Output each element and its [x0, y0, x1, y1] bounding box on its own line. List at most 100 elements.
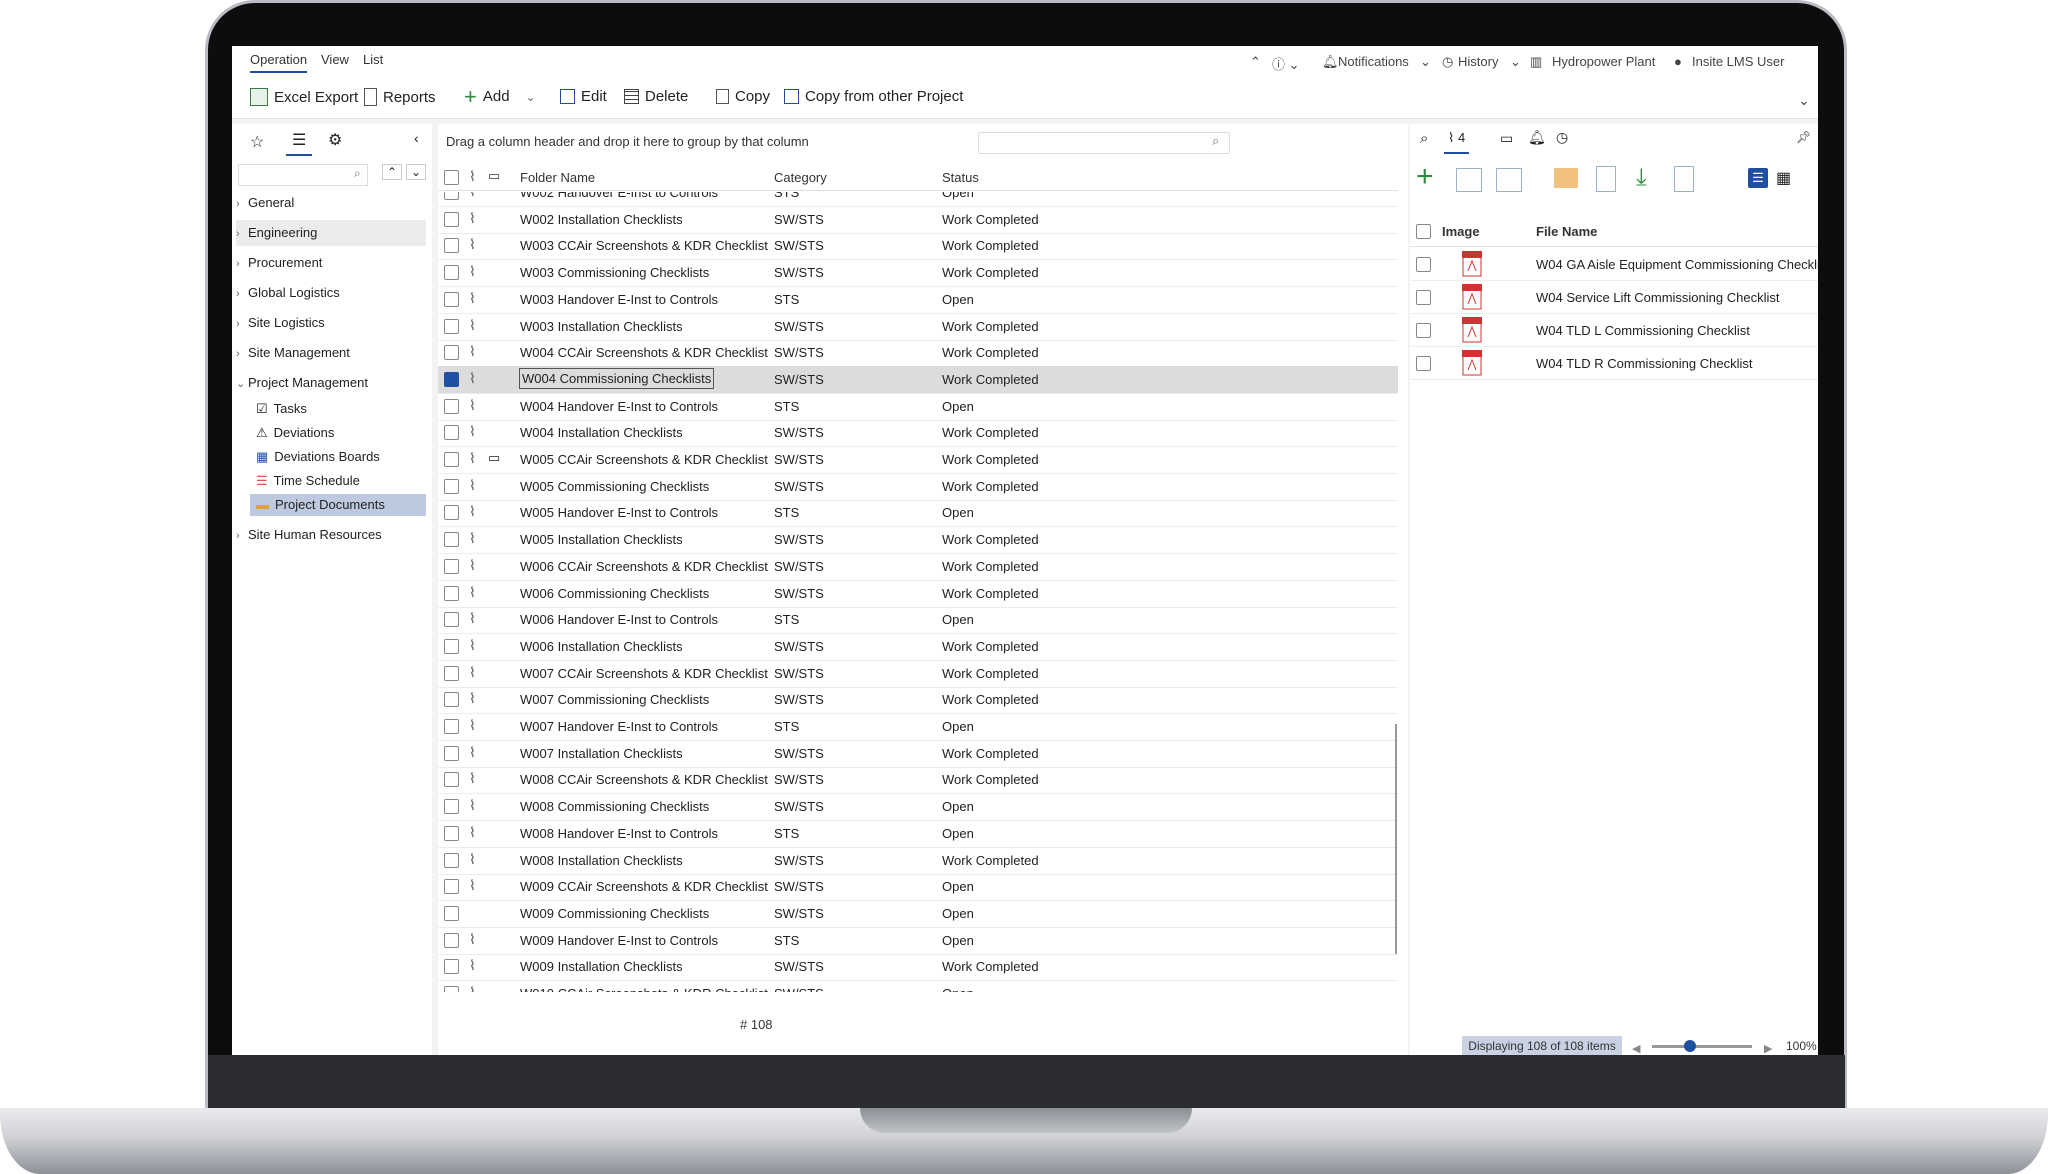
tab-list[interactable]: List [363, 52, 383, 67]
list-icon[interactable]: ☰ [286, 130, 313, 156]
nav-item-site-human-resources[interactable]: › Site Human Resources [236, 522, 426, 548]
nav-item-site-management[interactable]: › Site Management [236, 340, 426, 366]
column-header-status[interactable]: Status [942, 170, 979, 185]
file-row[interactable]: W04 TLD L Commissioning Checklist [1410, 314, 1818, 347]
folder-icon[interactable] [1554, 168, 1578, 188]
add-file-icon[interactable]: + [1416, 162, 1434, 192]
row-checkbox[interactable] [444, 638, 459, 654]
row-checkbox[interactable] [444, 425, 459, 441]
delete-button[interactable]: Delete [624, 88, 688, 105]
row-checkbox[interactable] [444, 345, 459, 361]
table-row[interactable]: ⌇ W004 Handover E-Inst to Controls STS Open [438, 393, 1398, 421]
row-checkbox[interactable] [444, 799, 459, 815]
table-row[interactable]: ⌇ W004 Installation Checklists SW/STS Work … [438, 419, 1398, 448]
table-row[interactable]: ⌇ W009 Handover E-Inst to Controls STS Open [438, 927, 1398, 955]
edit-button[interactable]: Edit [560, 88, 607, 105]
chevron-up-icon[interactable]: ⌃ [1250, 54, 1261, 70]
file-checkbox[interactable] [1416, 356, 1431, 371]
table-row[interactable]: ⌇ W008 CCAir Screenshots & KDR Checklist S… [438, 766, 1398, 795]
select-all-files-checkbox[interactable] [1416, 224, 1431, 239]
select-all-checkbox[interactable] [444, 170, 459, 185]
zoom-slider-handle[interactable] [1684, 1040, 1696, 1052]
help-icon[interactable]: ⓘ ⌄ [1272, 54, 1300, 73]
row-checkbox[interactable] [444, 692, 459, 708]
list-view-icon[interactable]: ☰ [1748, 168, 1768, 188]
table-row[interactable]: ⌇ W007 Commissioning Checklists SW/STS Work… [438, 686, 1398, 715]
table-row[interactable]: ⌇ W009 CCAir Screenshots & KDR Checklist S… [438, 873, 1398, 902]
table-row[interactable]: ⌇ W004 Commissioning Checklists SW/STS Work… [438, 365, 1398, 394]
table-row[interactable]: ⌇ W005 Handover E-Inst to Controls STS Open [438, 499, 1398, 528]
nav-sub-time-schedule[interactable]: ☰ Time Schedule [250, 470, 426, 492]
table-row[interactable]: ⌇ W003 Handover E-Inst to Controls STS Open [438, 286, 1398, 314]
row-checkbox[interactable] [444, 265, 459, 281]
table-row[interactable]: ⌇ W003 Installation Checklists SW/STS Work … [438, 313, 1398, 341]
row-checkbox[interactable] [444, 745, 459, 761]
table-row[interactable]: ⌇ W007 Installation Checklists SW/STS Work … [438, 740, 1398, 768]
nav-item-engineering[interactable]: › Engineering [236, 220, 426, 246]
table-row[interactable]: ⌇ ▭ W005 CCAir Screenshots & KDR Checklist… [438, 446, 1398, 474]
row-checkbox[interactable] [444, 371, 459, 387]
row-checkbox[interactable] [444, 238, 459, 254]
column-header-category[interactable]: Category [774, 170, 827, 185]
nav-sub-tasks[interactable]: ☑ Tasks [250, 398, 426, 420]
file-row[interactable]: W04 GA Aisle Equipment Commissioning Che… [1410, 248, 1818, 281]
edit-file-icon[interactable] [1596, 166, 1616, 192]
row-checkbox[interactable] [444, 398, 459, 414]
row-checkbox[interactable] [444, 932, 459, 948]
row-checkbox[interactable] [444, 986, 459, 992]
reports-button[interactable]: Reports [364, 88, 436, 106]
project-name[interactable]: Hydropower Plant [1552, 54, 1655, 69]
file-checkbox[interactable] [1416, 323, 1431, 338]
nav-item-project-management[interactable]: ⌄ Project Management [236, 370, 426, 396]
expand-all-icon[interactable]: ⌄ [406, 164, 427, 180]
table-row[interactable]: ⌇ W008 Commissioning Checklists SW/STS Open [438, 793, 1398, 822]
row-checkbox[interactable] [444, 825, 459, 841]
tile-view-icon[interactable]: ▦ [1776, 168, 1791, 188]
table-row[interactable]: ⌇ W006 CCAir Screenshots & KDR Checklist S… [438, 553, 1398, 581]
table-row[interactable]: ⌇ W006 Commissioning Checklists SW/STS Work… [438, 580, 1398, 608]
table-row[interactable]: ⌇ W007 Handover E-Inst to Controls STS Open [438, 713, 1398, 741]
column-header-image[interactable]: Image [1442, 224, 1480, 239]
table-row[interactable]: W009 Commissioning Checklists SW/STS Open [438, 900, 1398, 928]
row-checkbox[interactable] [444, 905, 459, 921]
row-checkbox[interactable] [444, 772, 459, 788]
column-header-file-name[interactable]: File Name [1536, 224, 1597, 239]
row-checkbox[interactable] [444, 505, 459, 521]
file-checkbox[interactable] [1416, 290, 1431, 305]
user-name[interactable]: Insite LMS User [1692, 54, 1784, 69]
settings-icon[interactable]: ⚙ [328, 130, 342, 150]
file-row[interactable]: W04 Service Lift Commissioning Checklist [1410, 281, 1818, 314]
history-menu[interactable]: History [1458, 54, 1498, 69]
row-checkbox[interactable] [444, 665, 459, 681]
table-row[interactable]: ⌇ W004 CCAir Screenshots & KDR Checklist S… [438, 339, 1398, 368]
search-icon[interactable]: ⌕ [1420, 130, 1428, 147]
vertical-scrollbar[interactable] [1395, 724, 1397, 954]
row-checkbox[interactable] [444, 879, 459, 895]
star-icon[interactable]: ☆ [250, 132, 264, 152]
row-checkbox[interactable] [444, 211, 459, 227]
row-checkbox[interactable] [444, 558, 459, 574]
add-button[interactable]: + Add ⌄ [464, 85, 536, 107]
download-icon[interactable]: ⤓ [1636, 164, 1647, 192]
zoom-slider[interactable] [1652, 1045, 1752, 1048]
nav-sub-deviations[interactable]: ⚠ Deviations [250, 422, 426, 444]
nav-search-input[interactable] [238, 164, 368, 186]
row-checkbox[interactable] [444, 192, 459, 200]
clock-icon[interactable]: ◷ [1556, 129, 1568, 146]
grid-search-input[interactable] [978, 132, 1230, 154]
row-checkbox[interactable] [444, 612, 459, 628]
row-checkbox[interactable] [444, 452, 459, 467]
table-row[interactable]: ⌇ W005 Commissioning Checklists SW/STS Work… [438, 473, 1398, 501]
table-row[interactable]: ⌇ W008 Handover E-Inst to Controls STS Open [438, 820, 1398, 848]
grid-view-icon[interactable] [1496, 168, 1522, 192]
row-checkbox[interactable] [444, 585, 459, 601]
row-checkbox[interactable] [444, 852, 459, 868]
table-view-icon[interactable] [1456, 168, 1482, 192]
chevron-down-icon[interactable]: ⌄ [1420, 54, 1431, 70]
row-checkbox[interactable] [444, 478, 459, 494]
chevron-down-icon[interactable]: ⌄ [1510, 54, 1521, 70]
notifications-menu[interactable]: Notifications [1338, 54, 1409, 69]
nav-sub-project-documents[interactable]: ▬ Project Documents [250, 494, 426, 516]
table-row[interactable]: ⌇ W006 Installation Checklists SW/STS Work … [438, 633, 1398, 661]
row-checkbox[interactable] [444, 719, 459, 734]
